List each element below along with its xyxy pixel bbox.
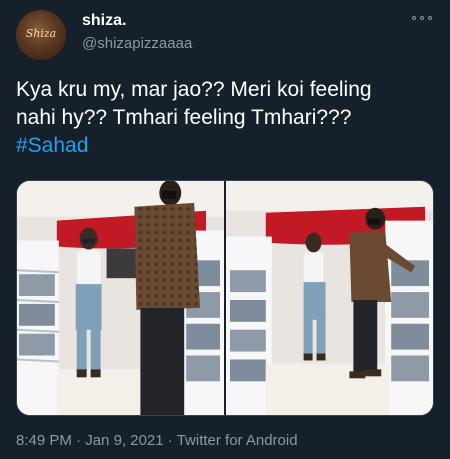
display-name[interactable]: shiza.: [82, 12, 126, 30]
hashtag-link[interactable]: #Sahad: [16, 132, 436, 160]
tweet-text: Kya kru my, mar jao?? Meri koi feeling n…: [16, 76, 436, 160]
tweet-header: Shiza shiza. @shizapizzaaaa: [16, 8, 434, 60]
meta-separator: ·: [71, 432, 86, 449]
tweet-time[interactable]: 8:49 PM: [16, 432, 72, 449]
tweet-source[interactable]: Twitter for Android: [177, 432, 298, 449]
avatar[interactable]: Shiza: [16, 10, 66, 60]
photo-right[interactable]: [226, 181, 433, 415]
tweet-date[interactable]: Jan 9, 2021: [85, 432, 163, 449]
tweet-meta: 8:49 PM · Jan 9, 2021 · Twitter for Andr…: [16, 432, 298, 449]
avatar-logo-text: Shiza: [25, 27, 57, 40]
photo-left[interactable]: [17, 181, 224, 415]
tweet-text-line-1: Kya kru my, mar jao?? Meri koi feeling: [16, 78, 372, 101]
tweet-media: [16, 180, 434, 416]
more-horizontal-icon[interactable]: [412, 12, 432, 24]
meta-separator: ·: [163, 432, 177, 449]
user-handle[interactable]: @shizapizzaaaa: [82, 35, 192, 52]
tweet-text-line-2: nahi hy?? Tmhari feeling Tmhari???: [16, 106, 352, 129]
